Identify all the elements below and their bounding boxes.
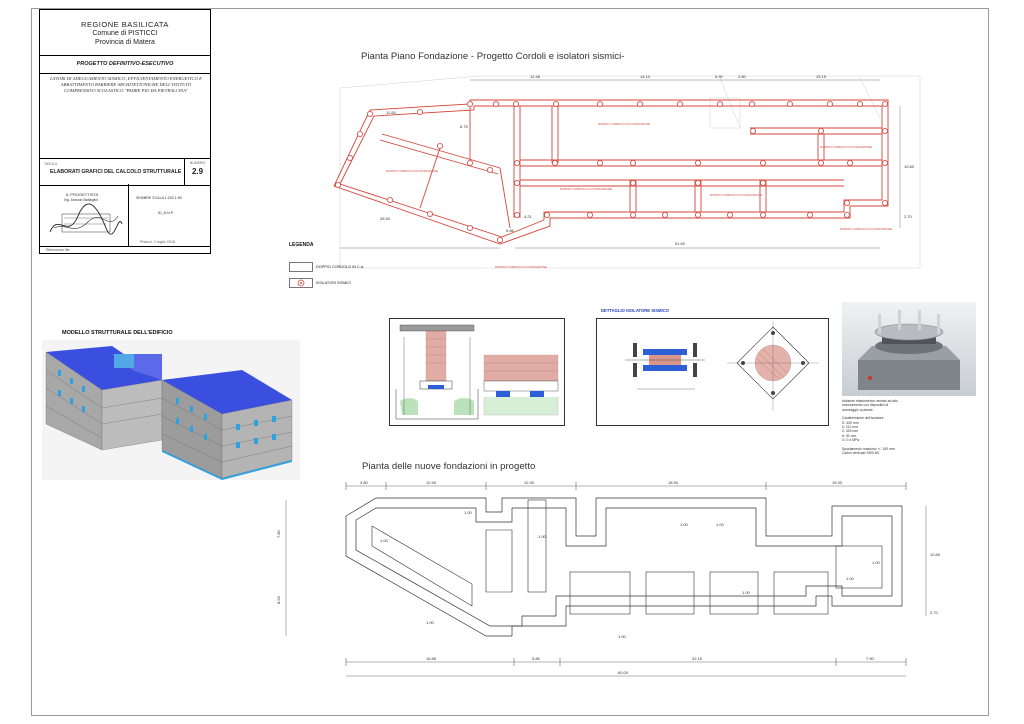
new-foundations-title: Pianta delle nuove fondazioni in progett… [362, 461, 536, 472]
new-top-dim-4: 18.90 [668, 480, 679, 485]
legend-swatch-cordolo [289, 262, 313, 272]
inner-dim: 1.00 [846, 576, 855, 581]
model-label: MODELLO STRUTTURALE DELL'EDIFICIO [62, 330, 173, 336]
isolator-photo-caption: Isolatore elastomerico armato ad alto sm… [842, 399, 976, 455]
bottom-dim: 51.60 [675, 241, 686, 246]
top-dim-5: 15.15 [816, 74, 827, 79]
works-description: LAVORI DI ADEGUAMENTO SISMICO, EFFICIENT… [50, 76, 202, 93]
isolator-detail-label: DETTAGLIO ISOLATORE SISMICO [601, 308, 669, 313]
right-dim-2: 2.70 [904, 214, 913, 219]
inner-dim: 1.00 [464, 510, 473, 515]
drawing-number-box: NUMERO 2.9 [184, 159, 210, 185]
number-label: NUMERO [189, 161, 206, 165]
new-top-dim-3: 12.90 [524, 480, 535, 485]
title-block-header: REGIONE BASILICATA Comune di PISTICCI Pr… [40, 10, 210, 56]
legend-item-isolator: ISOLATORI SISMICI [316, 281, 352, 285]
inner-dim: 1.00 [538, 534, 547, 539]
right-dim-1: 10.80 [904, 164, 915, 169]
new-right-dim-1: 10.80 [930, 552, 941, 557]
legend-swatch-isolator [289, 278, 313, 288]
isolator-symbol-icon [297, 279, 305, 287]
new-bottom-dim-2: 5.86 [532, 656, 541, 661]
foundation-plan-drawing: 12.45 14.10 5.90 2.60 15.15 11.55 8.75 2… [333, 74, 921, 269]
left-dim-2: 8.75 [460, 124, 469, 129]
section-label: TAVOLA [44, 162, 58, 166]
footer-reference: Riferimento file: [46, 248, 71, 252]
cordolo-note-5: DOPPIO CORDOLO DI FONDAZIONE [840, 227, 892, 231]
foundation-section-panel [389, 318, 565, 426]
new-right-dim-2: 2.70 [930, 610, 939, 615]
mid-dim-1: 4.21 [524, 214, 533, 219]
inner-dim: 1.00 [742, 590, 751, 595]
cordolo-note-6: DOPPIO CORDOLO DI FONDAZIONE [495, 265, 547, 269]
cordolo-note-1: DOPPIO CORDOLO DI FONDAZIONE [598, 122, 650, 126]
cordolo-note-7: DOPPIO CORDOLO DI FONDAZIONE [386, 169, 438, 173]
new-plan-left-dims: 7.80 8.64 [276, 529, 281, 604]
foundation-plan-title: Pianta Piano Fondazione - Progetto Cordo… [361, 51, 625, 62]
scale-text: SEMBRE SCALA 1:200 1:50 [136, 196, 182, 200]
inner-dim: 1.00 [680, 522, 689, 527]
new-plan-right-dims: 10.80 2.70 [930, 552, 941, 615]
legend-title: LEGENDA [289, 242, 314, 248]
cordolo-note-2: DOPPIO CORDOLO DI FONDAZIONE [560, 187, 612, 191]
left-dim-1: 11.55 [386, 110, 396, 115]
new-left-dim-1: 7.80 [276, 529, 281, 538]
designer-label: IL PROGETTISTA [66, 192, 99, 197]
cordolo-note-4: DOPPIO CORDOLO DI FONDAZIONE [820, 145, 872, 149]
top-dim-1: 12.45 [530, 74, 541, 79]
project-phase: PROGETTO DEFINITIVO-ESECUTIVO [40, 55, 210, 74]
inner-dim: 1.00 [380, 538, 389, 543]
new-bottom-dim-4: 7.90 [866, 656, 875, 661]
designer-box: IL PROGETTISTA Ing. Antonio Battaglini [40, 184, 129, 246]
inner-dim: 1.00 [716, 522, 725, 527]
drawing-title-row: TAVOLA ELABORATI GRAFICI DEL CALCOLO STR… [40, 158, 210, 186]
foundation-section-drawing [395, 324, 559, 420]
legend-item-cordolo: DOPPIO CORDOLO IN C.A. [316, 265, 365, 269]
new-plan-bottom-dims: 16.86 5.86 32.15 7.90 60.00 [426, 656, 875, 675]
stamp-signature [49, 203, 123, 235]
foundation-outline [345, 497, 903, 637]
new-top-dim-1: 3.80 [360, 480, 369, 485]
new-plan-top-dims: 3.80 12.90 12.90 18.90 15.33 [360, 480, 843, 485]
inner-footings [371, 499, 883, 615]
top-dim-4: 2.60 [738, 74, 747, 79]
region-name: REGIONE BASILICATA [81, 20, 169, 29]
cordolo-note-3: DOPPIO CORDOLO DI FONDAZIONE [710, 193, 762, 197]
new-top-dim-2: 12.90 [426, 480, 437, 485]
isolator-detail-drawing [625, 321, 819, 411]
caption-line: Carico verticale 2500 kN [842, 451, 879, 456]
new-total-dim: 60.00 [618, 670, 629, 675]
file-code: ID_N.N.P [158, 211, 174, 215]
title-block: REGIONE BASILICATA Comune di PISTICCI Pr… [39, 9, 211, 254]
left-dim-3: 28.50 [380, 216, 391, 221]
isolator-detail-panel: DETTAGLIO ISOLATORE SISMICO [596, 308, 829, 426]
new-bottom-dim-3: 32.15 [692, 656, 703, 661]
inner-dim: 1.00 [872, 560, 881, 565]
top-dim-2: 14.10 [640, 74, 651, 79]
structural-model-render [42, 340, 300, 480]
inner-dim: 1.00 [426, 620, 435, 625]
date-text: Pisticci, lì luglio 2018 [140, 240, 176, 244]
signature-area: IL PROGETTISTA Ing. Antonio Battaglini S… [40, 184, 210, 247]
cordolo-notes: DOPPIO CORDOLO DI FONDAZIONE DOPPIO CORD… [386, 122, 892, 269]
provincia-name: Provincia di Matera [95, 39, 155, 46]
dimension-lines [340, 79, 901, 249]
comune-name: Comune di PISTICCI [92, 30, 158, 37]
isolator-photo [842, 302, 976, 396]
top-dim-3: 5.90 [715, 74, 724, 79]
drawing-title: ELABORATI GRAFICI DEL CALCOLO STRUTTURAL… [50, 169, 182, 175]
new-top-dim-5: 15.33 [832, 480, 843, 485]
new-foundations-drawing: 3.80 12.90 12.90 18.90 15.33 7.80 8.64 1… [276, 480, 941, 677]
mid-dim-2: 5.86 [506, 228, 515, 233]
isolator-photo-illustration [842, 302, 976, 396]
new-bottom-dim-1: 16.86 [426, 656, 437, 661]
drawing-number: 2.9 [191, 167, 204, 176]
inner-dim: 1.00 [618, 634, 627, 639]
new-left-dim-2: 8.64 [276, 595, 281, 604]
